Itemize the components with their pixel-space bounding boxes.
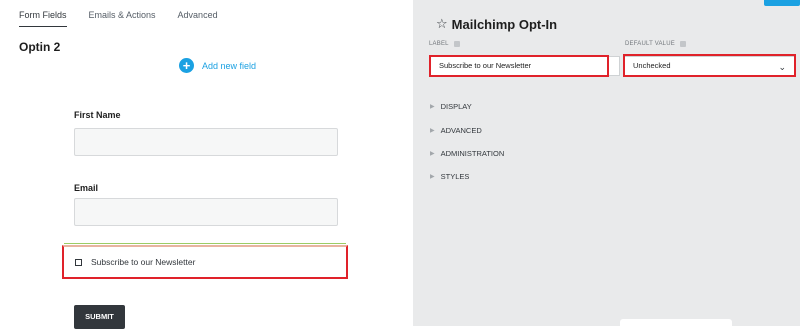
section-display-label: DISPLAY — [440, 102, 472, 111]
bottom-action-bar[interactable] — [620, 319, 732, 329]
first-name-label: First Name — [74, 110, 121, 120]
section-advanced-label: ADVANCED — [440, 126, 482, 135]
label-input-highlight — [429, 55, 609, 77]
panel-title: ☆ Mailchimp Opt-In — [436, 16, 557, 32]
tab-advanced[interactable]: Advanced — [178, 10, 218, 27]
field-settings-panel: ☆ Mailchimp Opt-In LABEL DEFAULT VALUE S… — [413, 0, 800, 329]
form-title: Optin 2 — [19, 40, 61, 54]
newsletter-checkbox-label: Subscribe to our Newsletter — [91, 257, 196, 267]
submit-button[interactable]: SUBMIT — [74, 305, 125, 329]
email-label: Email — [74, 183, 99, 193]
default-value-caption-text: DEFAULT VALUE — [625, 41, 675, 47]
label-caption: LABEL — [429, 41, 460, 47]
expand-arrow-icon: ▶ — [430, 104, 435, 110]
tab-emails-actions[interactable]: Emails & Actions — [89, 10, 156, 27]
section-styles[interactable]: ▶ STYLES — [430, 172, 469, 181]
panel-title-text: Mailchimp Opt-In — [451, 16, 558, 32]
first-name-input[interactable] — [74, 128, 338, 156]
field-divider — [64, 243, 346, 244]
help-icon[interactable] — [679, 41, 686, 47]
default-value-highlight — [623, 54, 796, 77]
builder-tabs: Form Fields Emails & Actions Advanced — [19, 10, 240, 27]
form-builder-canvas: Form Fields Emails & Actions Advanced Op… — [0, 0, 413, 329]
section-administration[interactable]: ▶ ADMINISTRATION — [430, 149, 504, 158]
label-caption-text: LABEL — [429, 41, 449, 47]
done-button[interactable] — [764, 0, 800, 6]
expand-arrow-icon: ▶ — [430, 174, 435, 180]
section-styles-label: STYLES — [440, 172, 470, 181]
add-new-field-label: Add new field — [202, 60, 257, 71]
email-input[interactable] — [74, 198, 338, 226]
expand-arrow-icon: ▶ — [430, 151, 435, 157]
default-value-caption: DEFAULT VALUE — [625, 41, 686, 47]
expand-arrow-icon: ▶ — [430, 128, 435, 134]
newsletter-checkbox[interactable] — [75, 258, 82, 266]
star-icon: ☆ — [436, 16, 448, 31]
help-icon[interactable] — [453, 41, 460, 47]
add-new-field-button[interactable]: + Add new field — [179, 58, 256, 73]
newsletter-optin-field[interactable]: Subscribe to our Newsletter — [62, 243, 348, 279]
tab-form-fields[interactable]: Form Fields — [19, 10, 67, 27]
section-administration-label: ADMINISTRATION — [440, 149, 505, 158]
section-display[interactable]: ▶ DISPLAY — [430, 102, 472, 111]
plus-icon: + — [179, 58, 194, 73]
section-advanced[interactable]: ▶ ADVANCED — [430, 126, 482, 135]
